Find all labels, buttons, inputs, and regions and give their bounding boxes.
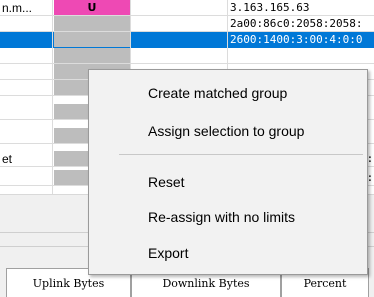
menu-item-reassign-no-limits[interactable]: Re-assign with no limits (90, 204, 366, 230)
column-divider (52, 0, 53, 194)
name-cell: n.m... (2, 1, 33, 15)
menu-item-label: Export (148, 245, 189, 261)
menu-item-reset[interactable]: Reset (90, 169, 366, 195)
name-cell: et (2, 152, 13, 166)
context-menu: Create matched group Assign selection to… (88, 69, 368, 275)
status-label: U (87, 1, 97, 14)
menu-item-export[interactable]: Export (90, 240, 366, 266)
table-row[interactable]: n.m... U 3.163.165.63 (0, 0, 374, 16)
ip-address-cell: 2600:1400:3:00:4:0:0 (230, 33, 363, 46)
table-row[interactable]: 2a00:86c0:2058:2058: (0, 16, 374, 32)
ip-address-cell: 3.163.165.63 (230, 1, 310, 14)
table-row[interactable] (0, 48, 374, 64)
menu-item-label: Reset (148, 174, 185, 190)
status-cell (54, 32, 130, 47)
ip-address-cell: 2a00:86c0:2058:2058: (230, 17, 363, 30)
menu-separator (119, 154, 363, 155)
menu-item-create-matched-group[interactable]: Create matched group (90, 80, 366, 106)
status-badge: U (54, 0, 130, 15)
status-cell (54, 48, 130, 63)
menu-item-label: Create matched group (148, 85, 288, 101)
status-cell (54, 16, 130, 31)
menu-item-label: Assign selection to group (148, 123, 305, 139)
menu-item-assign-selection-to-group[interactable]: Assign selection to group (90, 118, 366, 144)
name-cell (2, 17, 52, 31)
table-row-selected[interactable]: 2600:1400:3:00:4:0:0 (0, 32, 374, 48)
menu-item-label: Re-assign with no limits (148, 209, 296, 225)
